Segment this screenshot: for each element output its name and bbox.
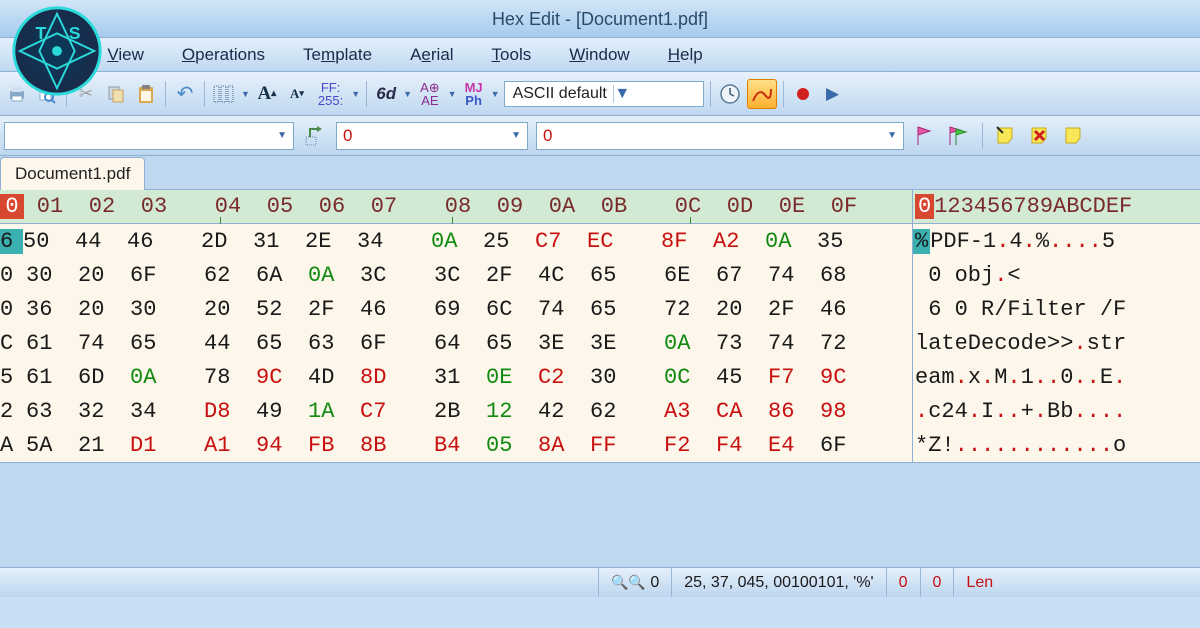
hex-row[interactable]: 5616D0A789C4D8D310EC2300C45F79C [0, 360, 912, 394]
hex-row[interactable]: 65044462D312E340A25C7EC8FA20A35 [0, 224, 912, 258]
highlight-cursor-icon[interactable] [1061, 123, 1087, 149]
status-v2: 0 [920, 568, 954, 597]
mj-label[interactable]: MJ Ph [461, 81, 487, 107]
menu-template[interactable]: Template [303, 45, 372, 65]
menu-tools[interactable]: Tools [492, 45, 532, 65]
highlight-delete-icon[interactable] [1027, 123, 1053, 149]
copy-icon[interactable] [103, 81, 129, 107]
hex-editor[interactable]: 00102030405060708090A0B0C0D0E0F 65044462… [0, 190, 1200, 462]
nav-toolbar: ▼ 0 ▼ 0 ▼ [0, 116, 1200, 156]
flag-multi-icon[interactable] [946, 123, 972, 149]
goto-icon[interactable] [302, 123, 328, 149]
ascii-row[interactable]: eam.x.M.1..0..E. [913, 360, 1200, 394]
paste-icon[interactable] [133, 81, 159, 107]
menu-operations[interactable]: Operations [182, 45, 265, 65]
empty-area [0, 462, 1200, 567]
ae-label[interactable]: A⊕AE [416, 81, 444, 107]
ascii-row[interactable]: %PDF-1.4.%....5 [913, 224, 1200, 258]
undo-icon[interactable]: ↶ [172, 81, 198, 107]
menu-view[interactable]: View [107, 45, 144, 65]
address-combo[interactable]: ▼ [4, 122, 294, 150]
ascii-row[interactable]: .c24.I..+.Bb.... [913, 394, 1200, 428]
menu-bar: Edit View Operations Template Aerial Too… [0, 38, 1200, 72]
status-len: Len [953, 568, 1005, 597]
ascii-row[interactable]: lateDecode>>.str [913, 326, 1200, 360]
menu-aerial[interactable]: Aerial [410, 45, 453, 65]
hex-row[interactable]: 030206F626A0A3C3C2F4C656E677468 [0, 258, 912, 292]
status-v1: 0 [886, 568, 920, 597]
hex-row[interactable]: C6174654465636F64653E3E0A737472 [0, 326, 912, 360]
hex-row[interactable]: 2633234D8491AC72B124262A3CA8698 [0, 394, 912, 428]
clock-icon[interactable] [717, 81, 743, 107]
hex-row[interactable]: 036203020522F46696C746572202F46 [0, 292, 912, 326]
ascii-row[interactable]: *Z!............o [913, 428, 1200, 462]
app-logo: T S [8, 2, 106, 100]
graph-icon[interactable] [747, 79, 777, 109]
main-toolbar: ✂ ↶ ▼ A▴ A▾ FF:255: ▼ 6d ▼ A⊕AE ▼ MJ Ph … [0, 72, 1200, 116]
flag-pink-icon[interactable] [912, 123, 938, 149]
font-increase-icon[interactable]: A▴ [254, 81, 280, 107]
ascii-row[interactable]: 6 0 R/Filter /F [913, 292, 1200, 326]
binoculars-icon: 🔍⁠🔍 [611, 574, 646, 591]
columns-icon[interactable] [211, 81, 237, 107]
document-tab[interactable]: Document1.pdf [0, 157, 145, 190]
encoding-value: ASCII default [513, 85, 607, 103]
highlight-yellow-icon[interactable] [993, 123, 1019, 149]
ascii-header: 0123456789ABCDEF [913, 190, 1200, 224]
offset2-input[interactable]: 0 ▼ [536, 122, 904, 150]
play-icon[interactable]: ▶ [820, 81, 846, 107]
window-title: Hex Edit - [Document1.pdf] [492, 9, 708, 29]
hex-row[interactable]: A5A21D1A194FB8BB4058AFFF2F4E46F [0, 428, 912, 462]
svg-text:S: S [69, 23, 81, 43]
record-icon[interactable] [790, 81, 816, 107]
ff255-label[interactable]: FF:255: [314, 81, 347, 107]
status-byte-info: 25, 37, 045, 00100101, '%' [671, 568, 885, 597]
offset1-input[interactable]: 0 ▼ [336, 122, 528, 150]
svg-text:T: T [35, 23, 46, 43]
status-bar: 🔍⁠🔍 0 25, 37, 045, 00100101, '%' 0 0 Len [0, 567, 1200, 597]
font-decrease-icon[interactable]: A▾ [284, 81, 310, 107]
offset-header: 00102030405060708090A0B0C0D0E0F [0, 190, 912, 224]
menu-help[interactable]: Help [668, 45, 703, 65]
menu-window[interactable]: Window [569, 45, 629, 65]
glasses-icon[interactable]: 6d [373, 81, 399, 107]
title-bar: Hex Edit - [Document1.pdf] [0, 0, 1200, 38]
status-find: 🔍⁠🔍 0 [598, 568, 671, 597]
ascii-row[interactable]: 0 obj.< [913, 258, 1200, 292]
tab-bar: Document1.pdf [0, 156, 1200, 190]
encoding-combo[interactable]: ASCII default ▼ [504, 81, 704, 107]
